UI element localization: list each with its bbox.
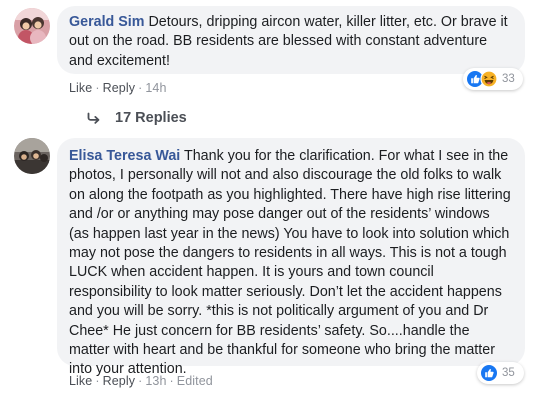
like-link[interactable]: Like xyxy=(69,81,92,95)
reaction-summary[interactable]: 35 xyxy=(477,362,524,384)
reaction-count: 35 xyxy=(502,367,515,379)
comment-text: Thank you for the clarification. For wha… xyxy=(69,148,511,378)
view-replies-link[interactable]: 17 Replies xyxy=(87,110,187,126)
comment-actions: Like · Reply · 13h · Edited xyxy=(69,374,213,388)
like-icon xyxy=(481,365,497,381)
comment-timestamp[interactable]: 14h xyxy=(145,81,166,95)
comment-author[interactable]: Gerald Sim xyxy=(69,14,145,30)
like-link[interactable]: Like xyxy=(69,374,92,388)
comment-actions: Like · Reply · 14h xyxy=(69,81,167,95)
avatar[interactable] xyxy=(14,8,50,44)
profile-photo xyxy=(14,138,50,174)
haha-icon xyxy=(480,70,498,88)
replies-count-label: 17 Replies xyxy=(115,110,187,126)
comment-author[interactable]: Elisa Teresa Wai xyxy=(69,148,180,164)
reaction-count: 33 xyxy=(502,73,515,85)
avatar[interactable] xyxy=(14,138,50,174)
comment-bubble: Gerald Sim Detours, dripping aircon wate… xyxy=(57,6,525,74)
comment-timestamp[interactable]: 13h xyxy=(145,374,166,388)
profile-photo xyxy=(14,8,50,44)
reply-link[interactable]: Reply xyxy=(103,81,135,95)
reply-arrow-icon xyxy=(87,112,100,124)
comment-bubble: Elisa Teresa Wai Thank you for the clari… xyxy=(57,138,525,377)
reply-link[interactable]: Reply xyxy=(103,374,135,388)
reaction-summary[interactable]: 33 xyxy=(463,68,523,90)
edited-label[interactable]: Edited xyxy=(177,374,213,388)
